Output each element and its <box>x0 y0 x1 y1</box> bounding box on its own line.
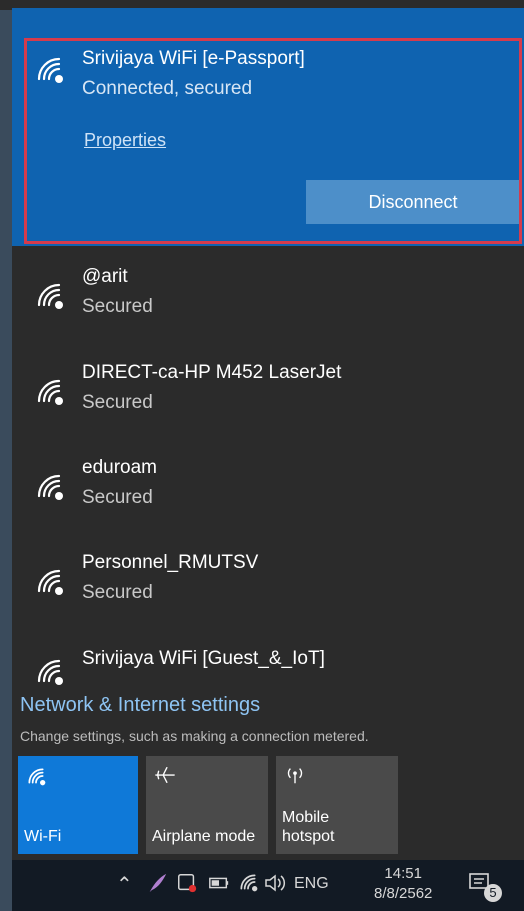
network-status: Secured <box>82 296 153 317</box>
network-name: @arit <box>82 266 128 287</box>
airplane-mode-tile[interactable]: Airplane mode <box>146 756 268 854</box>
network-flyout: Srivijaya WiFi [e-Passport] Connected, s… <box>12 8 524 860</box>
wifi-toggle-tile[interactable]: Wi-Fi <box>18 756 138 854</box>
network-settings-link[interactable]: Network & Internet settings <box>20 694 260 717</box>
network-item[interactable]: @arit Secured <box>12 250 524 344</box>
network-status: Secured <box>82 582 153 603</box>
security-icon[interactable] <box>176 872 198 899</box>
feather-icon[interactable] <box>146 872 168 899</box>
network-item[interactable]: Srivijaya WiFi [Guest_&_IoT] <box>12 632 524 692</box>
wifi-signal-icon <box>34 471 64 501</box>
hotspot-label-line1: Mobile <box>282 809 330 826</box>
hotspot-tile-label: Mobile hotspot <box>282 808 334 846</box>
taskbar: ⌃ ENG 14:51 8/8/2562 5 <box>12 860 524 911</box>
hotspot-icon <box>284 764 306 786</box>
network-settings-description: Change settings, such as making a connec… <box>20 728 369 744</box>
selection-highlight <box>24 38 522 244</box>
wifi-signal-icon <box>34 566 64 596</box>
network-item[interactable]: DIRECT-ca-HP M452 LaserJet Secured <box>12 346 524 440</box>
wifi-icon <box>26 766 46 786</box>
desktop-edge <box>0 0 12 911</box>
network-name: DIRECT-ca-HP M452 LaserJet <box>82 362 342 383</box>
network-status: Secured <box>82 392 153 413</box>
wifi-tile-label: Wi-Fi <box>24 828 62 845</box>
network-item[interactable]: Personnel_RMUTSV Secured <box>12 536 524 630</box>
wifi-signal-icon <box>34 656 64 686</box>
hotspot-label-line2: hotspot <box>282 828 335 845</box>
airplane-tile-label: Airplane mode <box>152 828 256 845</box>
wifi-signal-icon <box>34 376 64 406</box>
language-indicator[interactable]: ENG <box>294 875 329 893</box>
chevron-up-icon[interactable]: ⌃ <box>116 872 133 897</box>
network-name: Personnel_RMUTSV <box>82 552 259 573</box>
clock[interactable]: 14:51 8/8/2562 <box>374 864 432 904</box>
network-name: eduroam <box>82 457 157 478</box>
clock-time: 14:51 <box>384 865 422 882</box>
airplane-icon <box>154 764 176 786</box>
wifi-tray-icon[interactable] <box>238 872 258 897</box>
clock-date: 8/8/2562 <box>374 885 433 902</box>
wifi-signal-icon <box>34 280 64 310</box>
notification-badge: 5 <box>484 884 502 902</box>
battery-icon[interactable] <box>208 873 230 898</box>
speaker-icon[interactable] <box>264 873 288 898</box>
network-status: Secured <box>82 487 153 508</box>
network-item[interactable]: eduroam Secured <box>12 441 524 535</box>
mobile-hotspot-tile[interactable]: Mobile hotspot <box>276 756 398 854</box>
network-name: Srivijaya WiFi [Guest_&_IoT] <box>82 648 325 669</box>
